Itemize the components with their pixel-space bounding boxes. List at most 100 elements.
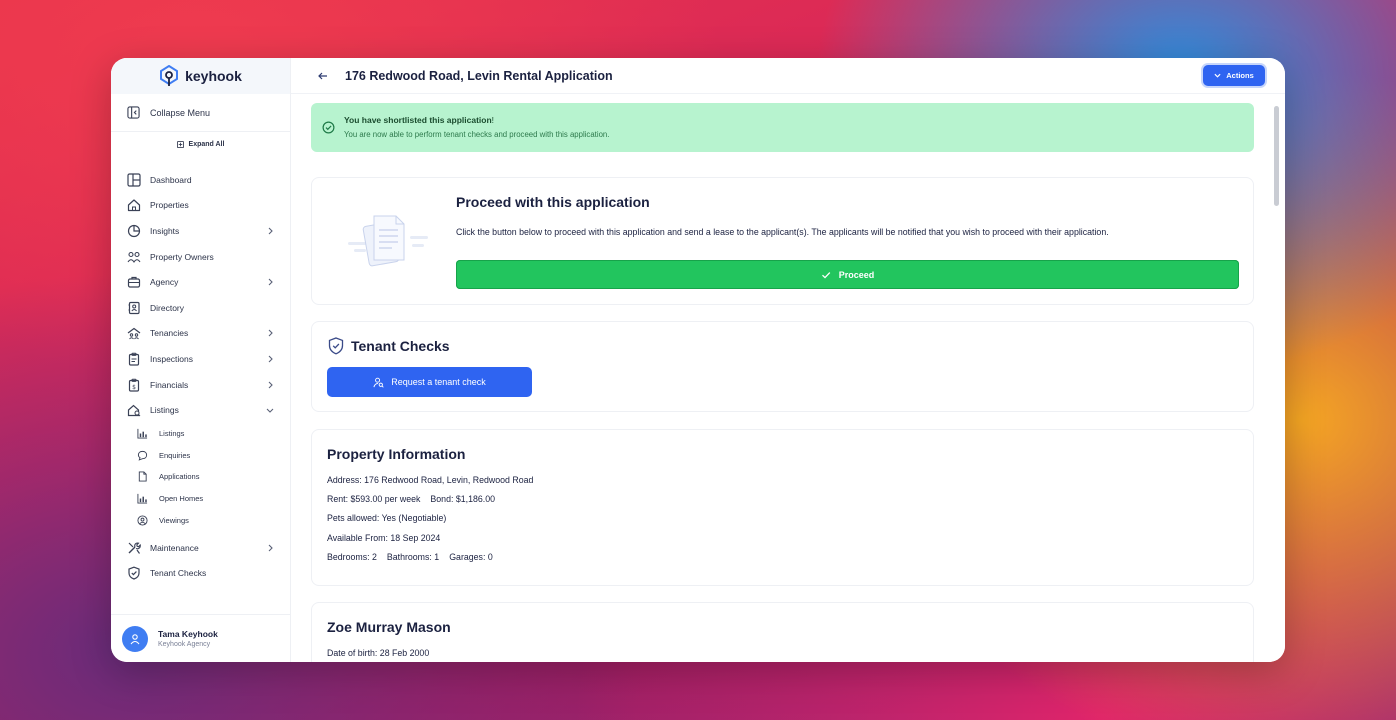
sidebar: keyhook Collapse Menu Expand All Dashboa…: [111, 58, 291, 662]
shortlisted-alert: You have shortlisted this application! Y…: [311, 103, 1254, 152]
expand-all-button[interactable]: Expand All: [111, 132, 290, 156]
property-bedrooms: Bedrooms: 2: [327, 551, 377, 562]
property-info-title: Property Information: [327, 446, 466, 462]
property-bathrooms: Bathrooms: 1: [386, 551, 440, 562]
request-tenant-check-button[interactable]: Request a tenant check: [327, 367, 532, 397]
application-content: You have shortlisted this application! Y…: [291, 94, 1267, 662]
top-bar: 176 Redwood Road, Levin Rental Applicati…: [291, 58, 1285, 94]
chevron-right-icon: [268, 381, 273, 388]
actions-button[interactable]: Actions: [1203, 65, 1265, 86]
sidebar-subitem-label: Applications: [159, 472, 200, 482]
brand-logo[interactable]: keyhook: [111, 58, 290, 94]
brand-name: keyhook: [185, 68, 242, 84]
sidebar-item-property-owners[interactable]: Property Owners: [111, 244, 290, 270]
user-name: Tama Keyhook: [158, 629, 218, 639]
sidebar-item-dashboard[interactable]: Dashboard: [111, 167, 290, 193]
applicant-name: Zoe Murray Mason: [327, 619, 451, 635]
chart-icon: [137, 493, 148, 504]
sidebar-item-label: Tenant Checks: [150, 568, 207, 579]
proceed-button[interactable]: Proceed: [456, 260, 1239, 289]
sidebar-subitem-listings[interactable]: Listings: [111, 423, 290, 445]
sidebar-item-label: Dashboard: [150, 174, 192, 185]
sidebar-subitem-viewings[interactable]: Viewings: [111, 509, 290, 531]
alert-title: You have shortlisted this application!: [344, 115, 495, 125]
sidebar-item-label: Agency: [150, 277, 179, 288]
group-home-icon: [127, 328, 141, 340]
property-rent: Rent: $593.00 per week: [327, 494, 421, 505]
sidebar-item-label: Listings: [150, 405, 179, 416]
shield-check-icon: [328, 337, 344, 355]
avatar: [122, 625, 148, 652]
sidebar-toggle-icon: [127, 106, 140, 119]
proceed-title: Proceed with this application: [456, 194, 650, 210]
sidebar-item-directory[interactable]: Directory: [111, 295, 290, 321]
collapse-menu-button[interactable]: Collapse Menu: [111, 94, 290, 132]
property-rooms: Bedrooms: 2 Bathrooms: 1 Garages: 0: [327, 552, 533, 571]
sidebar-item-label: Properties: [150, 200, 189, 211]
property-info-details: Address: 176 Redwood Road, Levin, Redwoo…: [327, 475, 533, 571]
applicant-dob: Date of birth: 28 Feb 2000: [327, 648, 430, 658]
sidebar-item-insights[interactable]: Insights: [111, 218, 290, 244]
sidebar-subitem-applications[interactable]: Applications: [111, 466, 290, 488]
sidebar-item-tenant-checks[interactable]: Tenant Checks: [111, 561, 290, 587]
layout-icon: [127, 173, 141, 187]
sidebar-subitem-label: Enquiries: [159, 450, 191, 460]
property-pets: Pets allowed: Yes (Negotiable): [327, 513, 447, 524]
chevron-down-icon: [266, 408, 274, 413]
page-title: 176 Redwood Road, Levin Rental Applicati…: [345, 68, 613, 83]
proceed-card: Proceed with this application Click the …: [311, 177, 1254, 305]
user-profile[interactable]: Tama Keyhook Keyhook Agency: [111, 614, 290, 662]
address-book-icon: [128, 301, 140, 314]
main-content: 176 Redwood Road, Levin Rental Applicati…: [291, 58, 1285, 662]
chevron-right-icon: [268, 227, 273, 235]
chevron-down-icon: [1214, 73, 1221, 78]
sidebar-item-maintenance[interactable]: Maintenance: [111, 535, 290, 561]
app-window: keyhook Collapse Menu Expand All Dashboa…: [111, 58, 1285, 662]
pie-chart-icon: [127, 224, 141, 238]
users-icon: [127, 251, 141, 263]
check-circle-icon: [322, 121, 335, 134]
chart-icon: [137, 429, 148, 439]
sidebar-item-properties[interactable]: Properties: [111, 193, 290, 219]
scrollbar-thumb[interactable]: [1274, 106, 1279, 206]
chevron-right-icon: [268, 329, 273, 337]
home-icon: [127, 199, 141, 212]
tenant-checks-title: Tenant Checks: [351, 338, 450, 354]
check-icon: [821, 271, 831, 279]
sidebar-item-listings[interactable]: Listings: [111, 397, 290, 423]
sidebar-item-agency[interactable]: Agency: [111, 269, 290, 295]
sidebar-item-tenancies[interactable]: Tenancies: [111, 321, 290, 347]
sidebar-item-label: Insights: [150, 225, 180, 236]
property-available: Available From: 18 Sep 2024: [327, 532, 441, 543]
sidebar-item-label: Maintenance: [150, 542, 199, 553]
proceed-description: Click the button below to proceed with t…: [456, 227, 1109, 237]
property-rent-bond: Rent: $593.00 per week Bond: $1,186.00: [327, 494, 533, 513]
dollar-clipboard-icon: $: [128, 378, 140, 392]
sidebar-item-label: Property Owners: [150, 251, 214, 262]
sidebar-subitem-enquiries[interactable]: Enquiries: [111, 445, 290, 467]
back-arrow-icon[interactable]: [317, 70, 329, 82]
sidebar-item-inspections[interactable]: Inspections: [111, 346, 290, 372]
expand-icon: [176, 140, 184, 148]
applicant-details: Date of birth: 28 Feb 2000: [327, 648, 429, 662]
keyhook-logo-icon: [160, 65, 179, 86]
document-illustration-icon: [348, 215, 428, 267]
sidebar-subitem-open-homes[interactable]: Open Homes: [111, 488, 290, 510]
chevron-right-icon: [268, 278, 273, 286]
property-garages: Garages: 0: [449, 551, 493, 562]
svg-text:$: $: [132, 384, 136, 391]
sidebar-item-financials[interactable]: $ Financials: [111, 372, 290, 398]
sidebar-item-label: Directory: [150, 302, 185, 313]
sidebar-item-label: Tenancies: [150, 328, 189, 339]
briefcase-icon: [127, 277, 141, 288]
user-org: Keyhook Agency: [158, 641, 211, 648]
home-search-icon: [127, 404, 141, 417]
chevron-right-icon: [268, 355, 273, 363]
proceed-button-label: Proceed: [838, 269, 875, 280]
sidebar-nav: Dashboard Properties Insights Property O…: [111, 167, 290, 586]
tools-icon: [128, 542, 141, 554]
sidebar-subitem-label: Viewings: [159, 515, 189, 525]
applicant-card: Zoe Murray Mason Date of birth: 28 Feb 2…: [311, 602, 1254, 662]
user-search-icon: [373, 377, 384, 388]
sidebar-item-label: Inspections: [150, 353, 193, 364]
